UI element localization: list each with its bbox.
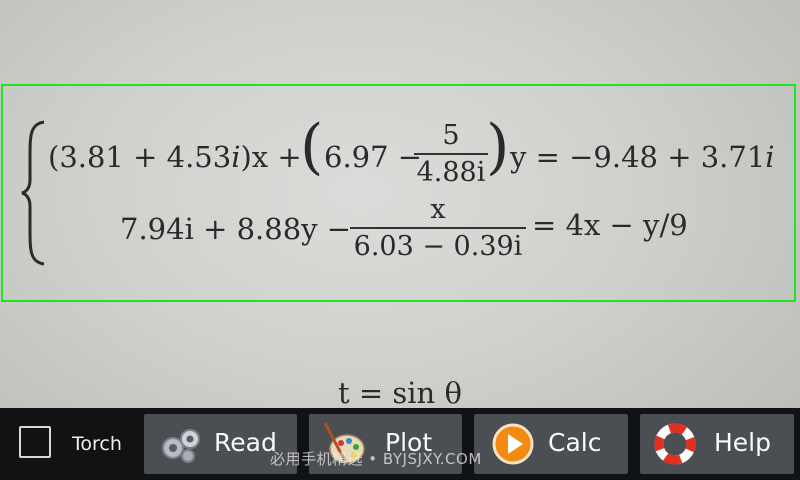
gears-icon [162,429,200,463]
equation-line1-mid: 6.97 − [324,140,423,174]
fraction-1-numerator: 5 [442,120,460,151]
watermark: 必用手机精选 • BYJSJXY.COM [270,450,482,468]
torch-checkbox[interactable] [19,426,51,458]
equation-line2-right: = 4x − y/9 [532,208,688,242]
help-button[interactable]: Help [640,414,794,474]
equation-line1-left: (3.81 + 4.53i)x + [48,140,302,174]
partial-formula: t = sin θ [338,376,462,410]
left-brace [21,120,45,266]
calc-label: Calc [548,428,602,457]
open-paren: ( [300,112,324,182]
close-paren: ) [486,112,510,182]
equation-line2-left: 7.94i + 8.88y − [120,212,352,246]
lifebuoy-icon [654,423,696,465]
equation-line1-right: y = −9.48 + 3.71i [510,140,775,174]
fraction-2: x 6.03 − 0.39i [350,194,526,262]
fraction-2-numerator: x [430,194,446,225]
torch-label: Torch [72,433,122,455]
help-label: Help [714,428,771,457]
camera-preview: (3.81 + 4.53i)x + ( 6.97 − 5 4.88i ) y =… [0,0,800,410]
fraction-1: 5 4.88i [414,120,488,188]
play-icon [492,423,534,465]
read-label: Read [214,428,277,457]
calc-button[interactable]: Calc [474,414,628,474]
fraction-2-denominator: 6.03 − 0.39i [353,231,523,262]
fraction-1-denominator: 4.88i [416,157,486,188]
scan-frame [1,84,796,302]
